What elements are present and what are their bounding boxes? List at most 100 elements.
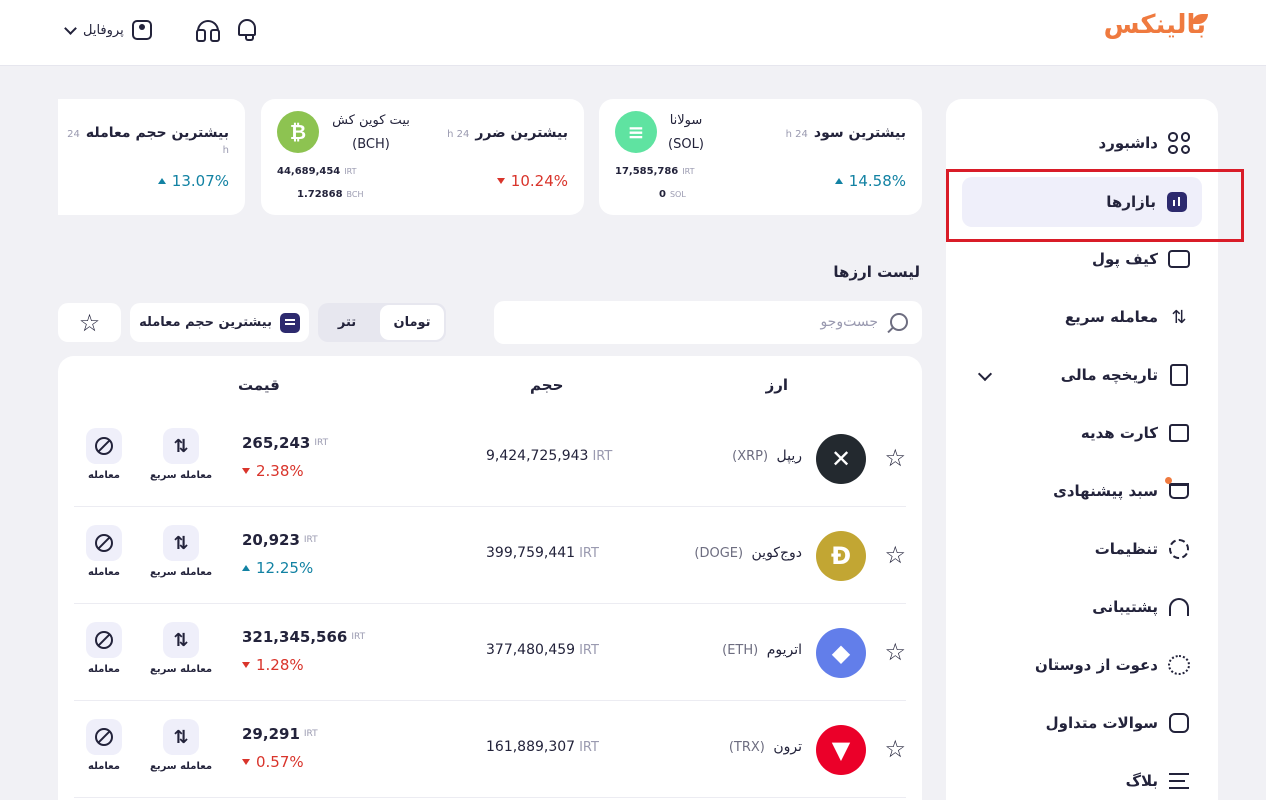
coin-symbol: (BCH) bbox=[352, 137, 390, 152]
sidebar-item-invite-friends[interactable]: دعوت از دوستان bbox=[1035, 643, 1190, 687]
favorites-button[interactable]: ☆ bbox=[58, 303, 121, 342]
sidebar-item-financial-history[interactable]: تاریخچه مالی bbox=[1061, 353, 1190, 397]
solana-icon: ≡ bbox=[615, 111, 657, 153]
stat-period: 24 h bbox=[785, 129, 808, 140]
stat-card-top-gain[interactable]: بیشترین سود 24 h 14.58% ≡ سولانا (SOL) 17,… bbox=[599, 99, 922, 215]
logo[interactable]: بالینکس bbox=[1104, 10, 1208, 40]
sidebar-item-suggested-basket[interactable]: سبد پیشنهادی bbox=[1053, 469, 1190, 513]
sidebar-item-fast-trade[interactable]: ⇅ معامله سریع bbox=[1065, 295, 1190, 339]
list-title: لیست ارزها bbox=[833, 263, 920, 281]
sidebar-item-gift-card[interactable]: کارت هدیه bbox=[1081, 411, 1190, 455]
sidebar-item-label: دعوت از دوستان bbox=[1035, 656, 1158, 674]
trade-button[interactable]: معامله bbox=[86, 525, 122, 578]
column-header-coin: ارز bbox=[765, 376, 788, 394]
star-icon[interactable]: ☆ bbox=[884, 638, 906, 666]
arrow-up-icon bbox=[157, 178, 166, 184]
dashboard-icon bbox=[1168, 132, 1190, 154]
sidebar-item-label: کارت هدیه bbox=[1080, 424, 1158, 442]
trade-disabled-icon bbox=[95, 631, 113, 649]
toman-button[interactable]: تومان bbox=[380, 305, 444, 340]
trade-button[interactable]: معامله bbox=[86, 428, 122, 481]
chevron-down-icon bbox=[64, 21, 77, 35]
sidebar-item-settings[interactable]: تنظیمات bbox=[1095, 527, 1190, 571]
trade-button[interactable]: معامله bbox=[86, 719, 122, 772]
fast-trade-button[interactable]: ⇅ معامله سریع bbox=[150, 622, 212, 675]
sidebar-item-label: معامله سریع bbox=[1064, 308, 1158, 326]
search-input[interactable] bbox=[518, 311, 878, 333]
stat-period: 24 h bbox=[447, 129, 470, 140]
stat-card-top-loss[interactable]: بیشترین ضرر 24 h 10.24% ₿ بیت کوین کش (BCH… bbox=[261, 99, 584, 215]
search-box[interactable] bbox=[494, 301, 922, 344]
sort-label: بیشترین حجم معامله bbox=[139, 315, 272, 330]
coin-change: 0.57% bbox=[256, 753, 304, 771]
coin-volume: 161,889,307 bbox=[486, 739, 576, 755]
tron-icon: ▼ bbox=[816, 725, 866, 775]
table-row[interactable]: ☆ ◆ اتریوم (ETH) 377,480,459 IRT 321,345,… bbox=[74, 604, 906, 701]
bell-icon[interactable] bbox=[238, 19, 256, 41]
coin-price: 44,689,454 bbox=[277, 166, 341, 177]
sidebar-item-blog[interactable]: بلاگ bbox=[1126, 759, 1190, 800]
chevron-down-icon[interactable] bbox=[977, 366, 993, 382]
stat-change: 10.24% bbox=[510, 172, 568, 190]
xrp-icon: ✕ bbox=[816, 434, 866, 484]
sort-icon bbox=[279, 312, 300, 333]
highlight-box bbox=[946, 169, 1244, 242]
currency-toggle: تومان تتر bbox=[318, 303, 446, 342]
coin-name: ترون bbox=[773, 739, 802, 755]
receipt-icon bbox=[1170, 364, 1188, 386]
stat-change: 13.07% bbox=[171, 172, 229, 190]
table-row[interactable]: ☆ Ð دوج‌کوین (DOGE) 399,759,441 IRT 20,92… bbox=[74, 507, 906, 604]
trade-disabled-icon bbox=[95, 728, 113, 746]
fast-trade-button[interactable]: ⇅ معامله سریع bbox=[150, 525, 212, 578]
headset-icon bbox=[1169, 598, 1189, 616]
sidebar-item-wallet[interactable]: کیف پول bbox=[1092, 237, 1190, 281]
arrow-down-icon bbox=[242, 662, 250, 668]
tether-button[interactable]: تتر bbox=[318, 305, 376, 340]
coin-change: 1.28% bbox=[256, 656, 304, 674]
blog-icon bbox=[1169, 773, 1189, 789]
coin-name: ریپل bbox=[776, 448, 802, 464]
headset-icon[interactable] bbox=[196, 20, 220, 42]
swap-icon: ⇅ bbox=[1171, 306, 1187, 328]
coin-name: اتریوم bbox=[766, 642, 802, 658]
invite-icon bbox=[1168, 655, 1190, 675]
stat-title: بیشترین ضرر bbox=[475, 125, 568, 141]
table-row[interactable]: ☆ ▼ ترون (TRX) 161,889,307 IRT 29,291 IRT … bbox=[74, 701, 906, 798]
coin-price: 29,291 bbox=[242, 725, 300, 743]
star-icon[interactable]: ☆ bbox=[884, 735, 906, 763]
markets-table: ارز حجم قیمت ☆ ✕ ریپل (XRP) 9,424,725,94… bbox=[58, 356, 922, 800]
sidebar-item-dashboard[interactable]: داشبورد bbox=[1099, 121, 1190, 165]
stat-title: بیشترین حجم معامله bbox=[85, 125, 229, 141]
sort-button[interactable]: بیشترین حجم معامله bbox=[130, 303, 309, 342]
coin-price: 321,345,566 bbox=[242, 628, 348, 646]
sidebar-item-label: بلاگ bbox=[1125, 772, 1158, 790]
wallet-icon bbox=[1168, 250, 1190, 268]
coin-symbol: (DOGE) bbox=[694, 546, 744, 561]
arrow-up-icon bbox=[242, 565, 250, 571]
stat-title: بیشترین سود bbox=[813, 125, 906, 141]
fast-trade-button[interactable]: ⇅ معامله سریع bbox=[150, 719, 212, 772]
arrow-down-icon bbox=[242, 759, 250, 765]
coin-symbol: (ETH) bbox=[722, 643, 759, 658]
coin-change: 12.25% bbox=[256, 559, 314, 577]
profile-menu[interactable]: پروفایل bbox=[64, 18, 152, 42]
coin-name: سولانا bbox=[669, 113, 703, 128]
star-icon[interactable]: ☆ bbox=[884, 541, 906, 569]
coin-price: 17,585,786 bbox=[615, 166, 679, 177]
sidebar-item-support[interactable]: پشتیبانی bbox=[1092, 585, 1190, 629]
sidebar-item-faq[interactable]: سوالات متداول bbox=[1046, 701, 1190, 745]
sidebar-item-label: کیف پول bbox=[1092, 250, 1158, 268]
profile-icon bbox=[131, 20, 152, 40]
fast-trade-button[interactable]: ⇅ معامله سریع bbox=[150, 428, 212, 481]
trade-button[interactable]: معامله bbox=[86, 622, 122, 675]
gift-icon bbox=[1169, 424, 1189, 442]
table-row[interactable]: ☆ ✕ ریپل (XRP) 9,424,725,943 IRT 265,243 I… bbox=[74, 410, 906, 507]
sidebar-item-label: پشتیبانی bbox=[1092, 598, 1158, 616]
swap-icon: ⇅ bbox=[163, 622, 200, 658]
stat-card-top-volume[interactable]: بیشترین حجم معامله24 h 13.07% bbox=[58, 99, 245, 215]
coin-amount: 0 bbox=[659, 189, 666, 200]
star-icon: ☆ bbox=[78, 308, 101, 337]
star-icon[interactable]: ☆ bbox=[884, 444, 906, 472]
coin-volume: 399,759,441 bbox=[486, 545, 576, 561]
column-header-price: قیمت bbox=[238, 376, 280, 394]
